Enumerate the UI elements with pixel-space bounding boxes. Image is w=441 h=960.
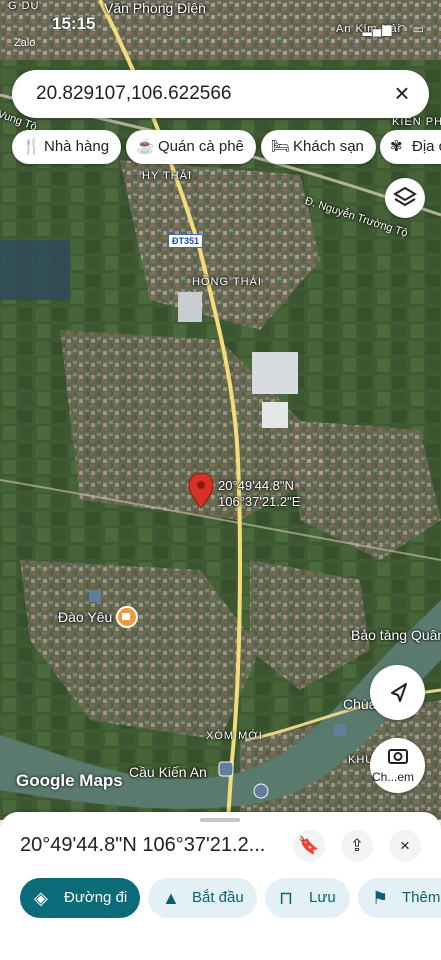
battery-icon: ▭: [412, 22, 425, 36]
bus-stop-icon[interactable]: [253, 783, 269, 799]
close-icon[interactable]: ×: [389, 80, 415, 106]
chip-label: Địa c: [412, 138, 441, 155]
sheet-drag-handle[interactable]: [200, 818, 240, 822]
pin-lat-label: 20°49'44.8"N: [218, 478, 294, 493]
layers-button[interactable]: [385, 178, 425, 218]
chip-cafe[interactable]: ☕ Quán cà phê: [126, 130, 256, 164]
start-label: Bắt đầu: [192, 889, 244, 906]
poi-marker-icon[interactable]: [89, 590, 101, 602]
search-bar[interactable]: 20.829107,106.622566 ×: [12, 70, 429, 118]
status-time: 15:15: [52, 14, 96, 33]
status-icons: ▂▄▆ ◠ ▭: [363, 22, 425, 36]
chip-label: Quán cà phê: [158, 138, 244, 155]
chip-label: Khách sạn: [293, 138, 364, 155]
camera-icon: [388, 749, 408, 764]
cafe-icon: ☕: [136, 138, 155, 155]
more-button[interactable]: ⚑ Thêm: [358, 878, 441, 918]
directions-button[interactable]: ◈ Đường đi: [20, 878, 140, 918]
directions-icon: ◈: [34, 888, 48, 908]
directions-label: Đường đi: [64, 889, 128, 906]
start-button[interactable]: ▲ Bắt đầu: [148, 878, 257, 918]
layers-icon: [393, 186, 417, 207]
navigation-icon: ▲: [162, 888, 180, 908]
save-label: Lưu: [309, 889, 336, 906]
poi-marker-icon[interactable]: [334, 724, 346, 736]
chip-hotel[interactable]: 🛏 Khách sạn: [261, 130, 376, 164]
chip-label: Nhà hàng: [44, 138, 110, 155]
status-bar: 15:15 Zalo ▂▄▆ ◠ ▭: [0, 0, 441, 49]
restaurant-icon: 🍴: [22, 138, 41, 155]
map-label-hy-thai: HY THÁI: [142, 170, 192, 182]
close-sheet-icon[interactable]: ×: [389, 830, 421, 862]
poi-marker-icon[interactable]: [218, 761, 234, 777]
navigation-arrow-icon: [391, 683, 407, 702]
map-label-museum: Bảo tàng Quân: [351, 627, 441, 643]
save-button[interactable]: ⊓ Lưu: [265, 878, 350, 918]
hotel-icon: 🛏: [271, 138, 291, 155]
map-label-bridge: Cầu Kiến An: [129, 764, 207, 780]
map-label-hong-thai: HỒNG THÁI: [192, 276, 262, 288]
place-bottom-sheet[interactable]: 20°49'44.8"N 106°37'21.2... 🔖 ⇪ × ◈ Đườn…: [0, 812, 441, 960]
bookmark-icon: ⊓: [279, 888, 294, 908]
my-location-button[interactable]: [370, 665, 425, 720]
camera-label: Ch...em: [372, 770, 415, 784]
flag-icon: ⚑: [372, 888, 389, 908]
road-sign-dt351: ĐT351: [168, 234, 204, 248]
pin-lng-label: 106°37'21.2"E: [218, 494, 301, 509]
chip-restaurant[interactable]: 🍴 Nhà hàng: [12, 130, 122, 164]
cafe-marker-icon[interactable]: [116, 606, 138, 628]
action-buttons: ◈ Đường đi ▲ Bắt đầu ⊓ Lưu ⚑ Thêm: [0, 878, 441, 918]
search-query[interactable]: 20.829107,106.622566: [36, 83, 231, 105]
map-label-dao-yeu: Đào Yêu: [58, 609, 113, 625]
attraction-icon: ✾: [390, 138, 403, 155]
google-maps-logo: Google Maps: [16, 771, 123, 790]
signal-icon: ▂▄▆: [362, 22, 393, 36]
place-title: 20°49'44.8"N 106°37'21.2...: [20, 834, 266, 856]
pin-coordinate-label: 20°49'44.8"N 106°37'21.2"E: [218, 478, 300, 510]
more-label: Thêm: [402, 889, 441, 906]
bookmark-icon[interactable]: 🔖: [293, 830, 325, 862]
share-icon[interactable]: ⇪: [341, 830, 373, 862]
camera-button[interactable]: Ch...em: [370, 738, 425, 793]
chip-attraction[interactable]: ✾ Địa c: [380, 130, 441, 164]
notification-zalo: Zalo: [14, 37, 36, 49]
map-label-xom-moi: XÓM MỚI: [206, 730, 263, 742]
wifi-icon: ◠: [396, 22, 409, 36]
